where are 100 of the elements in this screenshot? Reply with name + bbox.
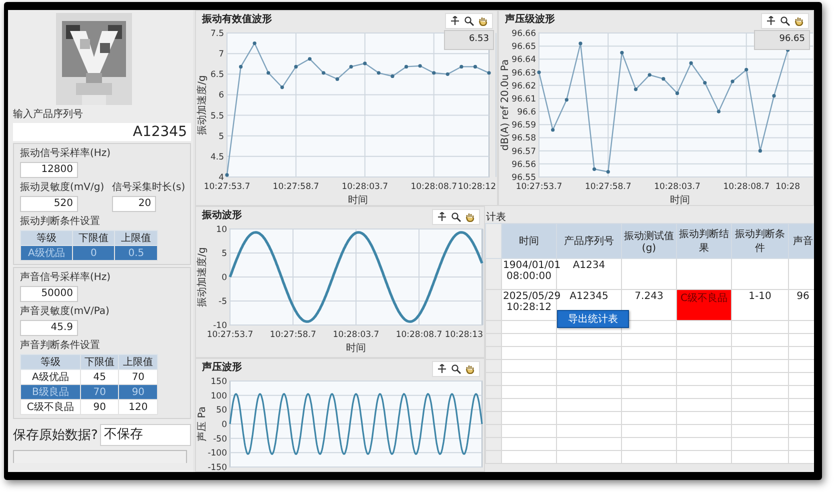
data-point (390, 74, 394, 78)
chart-title: 声压级波形 (505, 12, 555, 26)
crosshair-icon[interactable] (450, 16, 460, 26)
table-cell: 1904/01/01 08:00:00 (503, 260, 561, 282)
table-cell: C级不良品 (20, 400, 80, 414)
column-header: 上限值 (114, 230, 158, 246)
column-header: 声音 (788, 224, 814, 258)
column-header: 等级 (20, 354, 80, 370)
column-header: 振动判断条件 (732, 224, 788, 258)
table-cell: A级优品 (20, 370, 80, 384)
axis-tick-label: 10:28:03.7 (332, 330, 380, 340)
crosshair-icon[interactable] (437, 364, 447, 374)
table-row[interactable]: A级优品 45 70 (20, 370, 158, 384)
data-point (772, 94, 776, 98)
table-cell: 0 (72, 246, 115, 260)
column-header: 下限值 (80, 354, 119, 370)
axis-tick-label: 10:28:13 (444, 330, 483, 340)
number-field[interactable]: 45.9 (20, 320, 78, 336)
zoom-icon[interactable] (451, 212, 461, 222)
table-cell: A12345 (570, 291, 608, 302)
data-point (266, 71, 270, 75)
number-field[interactable]: 520 (20, 196, 78, 212)
hand-icon[interactable] (794, 16, 804, 26)
table-cell: 120 (118, 400, 158, 414)
table-cell: 90 (118, 384, 158, 400)
axis-tick-label: 10:27:53.7 (204, 182, 250, 192)
data-point (578, 42, 582, 46)
data-point (363, 62, 367, 66)
axis-tick-label: 10:28:03.7 (654, 182, 700, 192)
axis-title: 声压 Pa (197, 406, 208, 442)
data-point (703, 80, 707, 85)
field-label: 声音灵敏度(mV/Pa) (20, 304, 110, 318)
number-field[interactable]: 50000 (20, 286, 78, 302)
axis-title: 时间 (346, 343, 366, 354)
table-cell: 2025/05/29 10:28:12 (503, 291, 561, 313)
data-point (634, 88, 638, 92)
data-point (675, 91, 680, 96)
cursor-value-display: 96.65 (754, 30, 810, 50)
table-row[interactable]: C级不良品 90 120 (20, 400, 158, 414)
dropdown-field[interactable]: 不保存 (100, 424, 191, 446)
column-header: 时间 (502, 224, 556, 258)
data-point (648, 73, 652, 77)
column-header: 上限值 (118, 354, 158, 370)
serial-number-field[interactable]: A12345 (13, 123, 191, 141)
data-point (564, 98, 568, 102)
field-label: 保存原始数据? (13, 427, 98, 444)
axis-tick-label: 96.65 (512, 42, 536, 52)
zoom-icon[interactable] (464, 16, 474, 26)
chart-title: 振动有效值波形 (202, 12, 272, 26)
table-title: 振动判断条件设置 (20, 214, 101, 228)
axis-tick-label: 150 (210, 377, 227, 387)
data-point (336, 77, 340, 81)
axis-title: 振动加速度/g (197, 75, 208, 135)
data-point (786, 48, 790, 52)
hand-icon[interactable] (478, 16, 488, 26)
axis-tick-label: 0 (222, 273, 227, 283)
data-point (432, 71, 436, 75)
axis-title: 时间 (348, 195, 368, 205)
field-label: 信号采集时长(s) (112, 180, 186, 194)
data-point (252, 41, 256, 46)
table-cell: 70 (118, 370, 158, 384)
axis-tick-label: 4.5 (210, 152, 224, 162)
chart-title: 振动波形 (202, 208, 242, 222)
column-header: 下限值 (72, 230, 115, 246)
hand-icon[interactable] (465, 212, 475, 222)
data-point (239, 64, 243, 69)
chart-title: 声压波形 (202, 360, 242, 374)
axis-tick-label: -50 (213, 434, 227, 444)
data-point (308, 57, 312, 61)
axis-tick-label: 96.58 (512, 134, 536, 144)
crosshair-icon[interactable] (766, 16, 776, 26)
data-point (551, 128, 555, 132)
table-cell: 45 (80, 370, 119, 384)
column-header: 等级 (20, 230, 72, 246)
axis-tick-label: 10:28:08.7 (410, 182, 457, 192)
data-point (460, 64, 464, 69)
zoom-icon[interactable] (780, 16, 790, 26)
axis-tick-label: 10 (216, 225, 227, 235)
export-button[interactable]: 导出统计表 (557, 310, 629, 328)
data-point (404, 64, 408, 69)
axis-tick-label: 10:27:58.7 (272, 182, 320, 192)
axis-tick-label: 10:28:12 (458, 182, 496, 192)
table-cell: A1234 (572, 260, 606, 271)
number-field[interactable]: 12800 (20, 162, 78, 178)
hand-icon[interactable] (465, 364, 475, 374)
data-point (418, 64, 422, 68)
axis-tick-label: 96.56 (512, 160, 536, 170)
axis-tick-label: 96.55 (512, 173, 536, 183)
data-point (280, 86, 284, 90)
cursor-value-display: 6.53 (444, 30, 494, 50)
number-field[interactable]: 20 (112, 196, 156, 212)
field-label: 振动信号采样率(Hz) (20, 146, 112, 160)
data-point (473, 64, 477, 69)
column-header: 振动判断结果 (676, 224, 732, 258)
axis-tick-label: 10:27:53.7 (516, 182, 562, 192)
crosshair-icon[interactable] (437, 212, 447, 222)
data-point (294, 64, 298, 69)
zoom-icon[interactable] (451, 364, 461, 374)
data-point (744, 68, 748, 72)
data-point (487, 71, 491, 75)
